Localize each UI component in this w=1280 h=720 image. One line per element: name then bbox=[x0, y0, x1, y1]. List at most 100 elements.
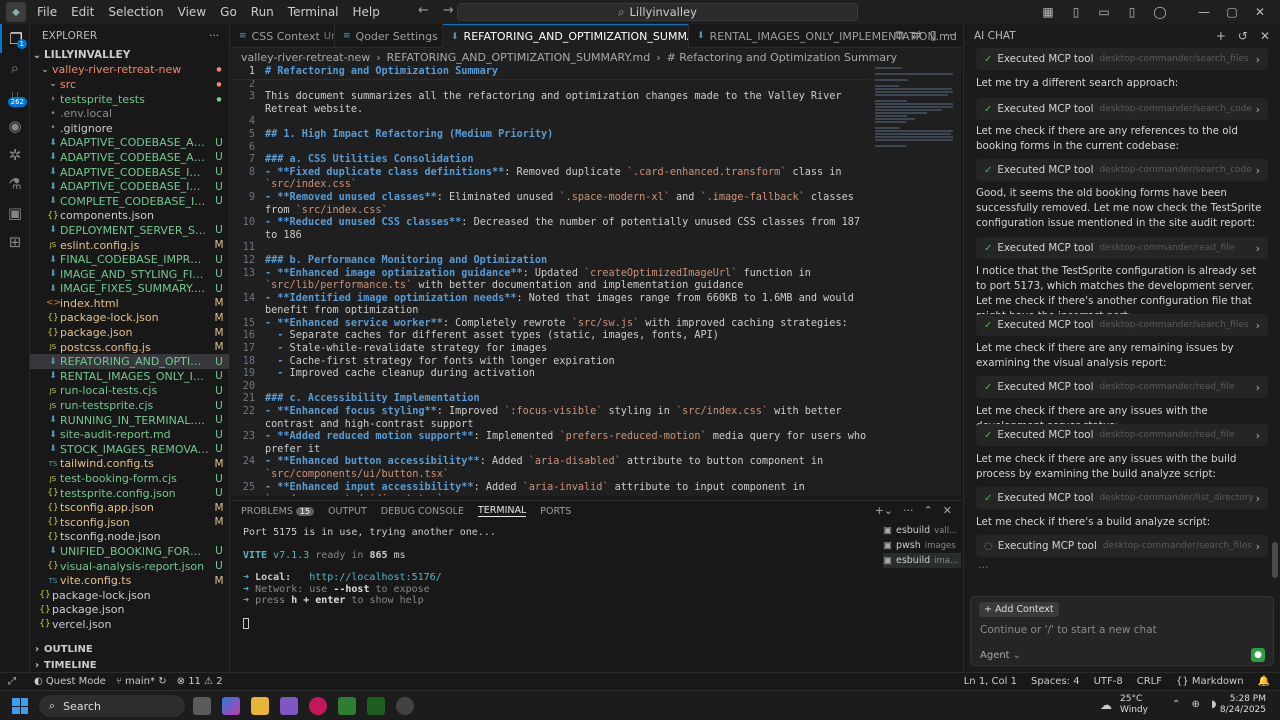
more-actions-icon[interactable]: ··· bbox=[209, 30, 219, 42]
remote-icon[interactable]: ⤢ bbox=[0, 676, 24, 687]
editor-app-icon[interactable] bbox=[367, 697, 385, 715]
extensions-grid-icon[interactable]: ⊞ bbox=[0, 227, 30, 256]
menu-item-go[interactable]: Go bbox=[213, 0, 244, 24]
breadcrumb-item[interactable]: REFATORING_AND_OPTIMIZATION_SUMMARY.md bbox=[387, 51, 651, 64]
outline-section[interactable]: › OUTLINE bbox=[30, 642, 229, 657]
tree-item[interactable]: ⬇DEPLOYMENT_SERVER_STATUS.md U bbox=[30, 223, 229, 238]
tree-item[interactable]: ⬇REFATORING_AND_OPTIMIZATION_S... U bbox=[30, 354, 229, 370]
editor-tab[interactable]: ⬇REFATORING_AND_OPTIMIZATION_SUMMARY.mdU… bbox=[443, 24, 689, 48]
menu-item-view[interactable]: View bbox=[171, 0, 213, 24]
tree-item[interactable]: JS eslint.config.js M bbox=[30, 238, 229, 253]
tree-item[interactable]: {} package-lock.json bbox=[30, 588, 229, 603]
tree-item[interactable]: ⌄ valley-river-retreat-new ● bbox=[30, 63, 229, 78]
github-icon[interactable] bbox=[396, 697, 414, 715]
tree-item[interactable]: ⬇COMPLETE_CODEBASE_IMPROVEMEN... U bbox=[30, 194, 229, 209]
close-icon[interactable]: ✕ bbox=[1250, 5, 1270, 19]
forward-arrow-icon[interactable]: → bbox=[443, 3, 454, 18]
mcp-tool-call[interactable]: ✓ Executed MCP tool desktop-commander/read… bbox=[976, 424, 1268, 446]
menu-item-help[interactable]: Help bbox=[346, 0, 387, 24]
split-editor-icon[interactable]: ▯ bbox=[930, 28, 937, 43]
local-url-link[interactable]: http://localhost:5176/ bbox=[309, 572, 441, 583]
panel-tab-terminal[interactable]: TERMINAL bbox=[477, 505, 527, 517]
layout-icon[interactable]: ▦ bbox=[1038, 5, 1058, 19]
mcp-tool-call[interactable]: ◌ Executing MCP tool desktop-commander/sea… bbox=[976, 535, 1268, 557]
tree-item[interactable]: {} testsprite.config.json U bbox=[30, 486, 229, 501]
terminal-instance[interactable]: ▣ esbuild vall... bbox=[883, 523, 961, 538]
menu-item-selection[interactable]: Selection bbox=[101, 0, 170, 24]
breadcrumb-item[interactable]: valley-river-retreat-new bbox=[241, 51, 370, 64]
agent-mode-select[interactable]: Agent ⌄ bbox=[980, 650, 1021, 661]
timeline-section[interactable]: › TIMELINE bbox=[30, 659, 229, 672]
tree-item[interactable]: › testsprite_tests ● bbox=[30, 92, 229, 107]
account-icon[interactable]: ◯ bbox=[1150, 5, 1170, 19]
editor-tab[interactable]: ≡ Qoder Settings bbox=[335, 24, 443, 48]
back-arrow-icon[interactable]: ← bbox=[418, 3, 429, 18]
language-mode[interactable]: {} Markdown bbox=[1176, 676, 1244, 687]
tree-item[interactable]: ⬇FINAL_CODEBASE_IMPROVEMENT_SU... U bbox=[30, 252, 229, 267]
task-view-icon[interactable] bbox=[193, 697, 211, 715]
tree-item[interactable]: ⬇ADAPTIVE_CODEBASE_IMPROVEMEN... U bbox=[30, 165, 229, 180]
send-icon[interactable]: ● bbox=[1251, 648, 1265, 662]
more-actions-icon[interactable]: ··· bbox=[945, 28, 956, 43]
testing-icon[interactable]: ⚗ bbox=[0, 169, 30, 198]
mcp-tool-call[interactable]: ✓ Executed MCP tool desktop-commander/sear… bbox=[976, 48, 1268, 70]
menu-item-run[interactable]: Run bbox=[244, 0, 281, 24]
open-preview-icon[interactable]: ⧉ bbox=[895, 28, 904, 43]
tree-item[interactable]: ⬇RENTAL_IMAGES_ONLY_IMPLEMENTA... U bbox=[30, 369, 229, 384]
weather-widget[interactable]: 25°C Windy bbox=[1120, 694, 1148, 716]
mcp-tool-call[interactable]: ✓ Executed MCP tool desktop-commander/sear… bbox=[976, 314, 1268, 336]
menu-item-edit[interactable]: Edit bbox=[64, 0, 101, 24]
tray-icons[interactable]: ⌃ ⊕ ◗ bbox=[1172, 699, 1220, 710]
tree-item[interactable]: {} vercel.json bbox=[30, 617, 229, 632]
tree-item[interactable]: {} tsconfig.app.json M bbox=[30, 500, 229, 515]
maximize-panel-icon[interactable]: ⌃ bbox=[924, 504, 933, 517]
tree-item[interactable]: {} package.json M bbox=[30, 325, 229, 340]
tree-item[interactable]: ⬇IMAGE_AND_STYLING_FIXES_SUMMA... U bbox=[30, 267, 229, 282]
terminal-instance[interactable]: ▣ pwsh images bbox=[883, 538, 961, 553]
quest-mode-item[interactable]: ◐ Quest Mode bbox=[34, 676, 106, 687]
extensions-icon[interactable]: ✲ bbox=[0, 140, 30, 169]
menu-item-terminal[interactable]: Terminal bbox=[281, 0, 346, 24]
close-panel-icon[interactable]: ✕ bbox=[943, 504, 952, 517]
tree-item[interactable]: JS postcss.config.js M bbox=[30, 340, 229, 355]
run-debug-icon[interactable]: ◉ bbox=[0, 111, 30, 140]
minimap[interactable] bbox=[871, 66, 961, 496]
new-chat-icon[interactable]: + bbox=[1216, 29, 1226, 43]
history-icon[interactable]: ↺ bbox=[1238, 29, 1248, 43]
mcp-tool-call[interactable]: ✓ Executed MCP tool desktop-commander/list… bbox=[976, 487, 1268, 509]
problems-item[interactable]: ⊗ 11 ⚠ 2 bbox=[177, 676, 223, 687]
tree-item[interactable]: {} visual-analysis-report.json U bbox=[30, 559, 229, 574]
tree-item[interactable]: ⬇ADAPTIVE_CODEBASE_ANALYSIS_IMP... U bbox=[30, 150, 229, 165]
tree-item[interactable]: ⬇ADAPTIVE_CODEBASE_IMPROVEMEN... U bbox=[30, 179, 229, 194]
panel-tab-debug-console[interactable]: DEBUG CONSOLE bbox=[381, 506, 464, 517]
file-explorer-icon[interactable] bbox=[251, 697, 269, 715]
add-context-button[interactable]: + Add Context bbox=[979, 602, 1059, 617]
tree-item[interactable]: ⬇STOCK_IMAGES_REMOVAL_PLAN.md U bbox=[30, 442, 229, 457]
tree-item[interactable]: JS run-testsprite.cjs U bbox=[30, 398, 229, 413]
remote-explorer-icon[interactable]: ▣ bbox=[0, 198, 30, 227]
tree-item[interactable]: ⬇UNIFIED_BOOKING_FORM_IMPROVE... U bbox=[30, 544, 229, 559]
tree-item[interactable]: JS test-booking-form.cjs U bbox=[30, 471, 229, 486]
encoding[interactable]: UTF-8 bbox=[1094, 676, 1123, 687]
tree-item[interactable]: • .env.local bbox=[30, 106, 229, 121]
line-ending[interactable]: CRLF bbox=[1137, 676, 1162, 687]
chat-input[interactable]: Continue or '/' to start a new chat bbox=[980, 624, 1157, 636]
tree-item[interactable]: • .gitignore bbox=[30, 121, 229, 136]
store-icon[interactable] bbox=[280, 697, 298, 715]
tree-item[interactable]: JS run-local-tests.cjs U bbox=[30, 384, 229, 399]
compare-icon[interactable]: ⇄ bbox=[912, 28, 922, 43]
start-button[interactable] bbox=[12, 698, 28, 714]
indentation[interactable]: Spaces: 4 bbox=[1031, 676, 1080, 687]
tree-item[interactable]: ⬇ RUNNING_IN_TERMINAL.md U bbox=[30, 413, 229, 428]
panel-tab-output[interactable]: OUTPUT bbox=[328, 506, 367, 517]
tree-item[interactable]: TS vite.config.ts M bbox=[30, 573, 229, 588]
tree-item[interactable]: TS tailwind.config.ts M bbox=[30, 457, 229, 472]
panel-tab-ports[interactable]: PORTS bbox=[540, 506, 571, 517]
branch-item[interactable]: ⑂ main* ↻ bbox=[116, 676, 167, 687]
cursor-position[interactable]: Ln 1, Col 1 bbox=[964, 676, 1017, 687]
browser-icon[interactable] bbox=[309, 697, 327, 715]
code-editor[interactable]: 1 # Refactoring and Optimization Summary 2… bbox=[231, 66, 871, 496]
search-icon[interactable]: ⌕ bbox=[0, 53, 30, 82]
menu-item-file[interactable]: File bbox=[30, 0, 64, 24]
breadcrumb-item[interactable]: # Refactoring and Optimization Summary bbox=[667, 51, 898, 64]
